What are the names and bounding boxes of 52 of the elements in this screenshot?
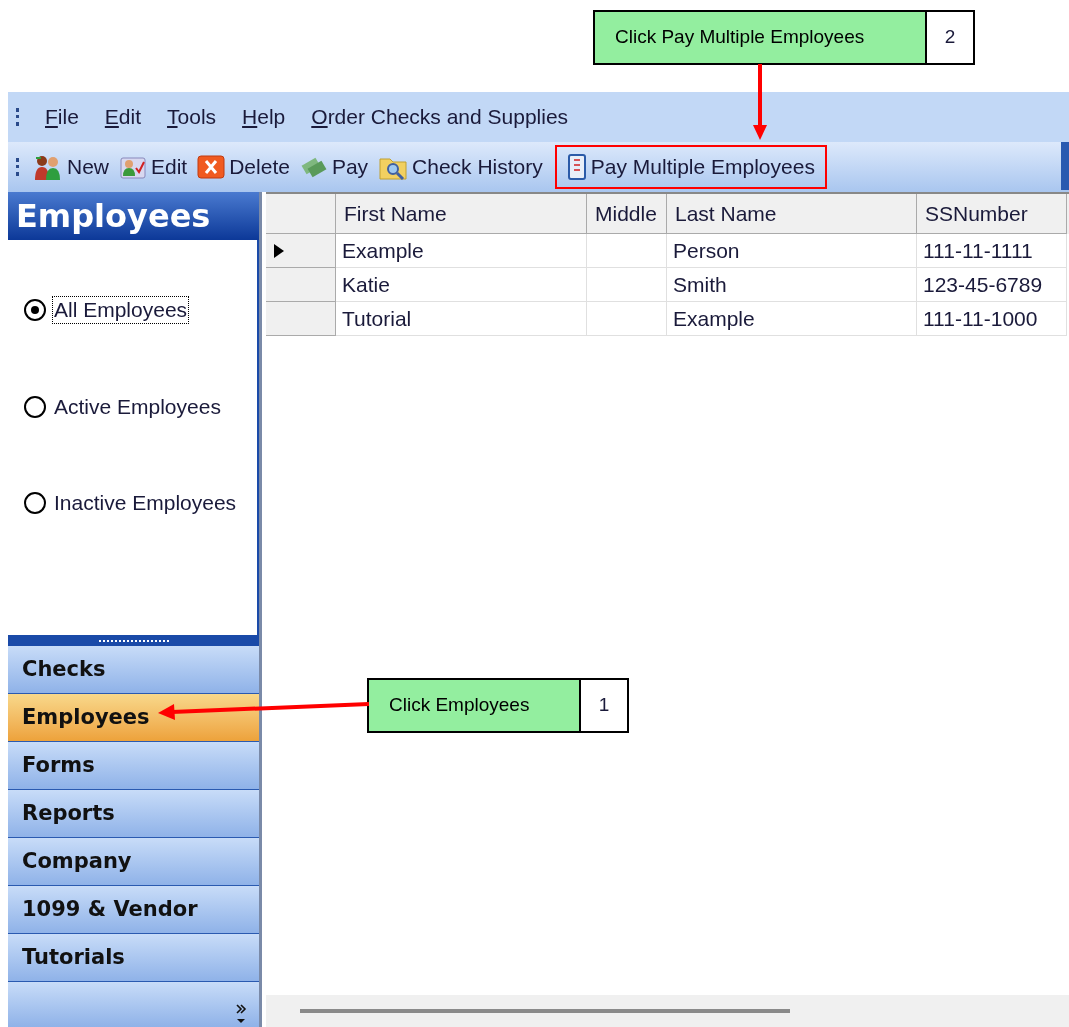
menu-item[interactable]: Help	[242, 101, 286, 133]
grip-icon	[16, 108, 19, 126]
menu-item[interactable]: Edit	[104, 101, 142, 133]
nav-section-button[interactable]: 1099 & Vendor	[8, 886, 259, 934]
table-cell: 111-11-1000	[917, 302, 1067, 336]
toolbar-overflow-handle[interactable]	[1061, 142, 1069, 190]
table-cell: Tutorial	[336, 302, 587, 336]
nav-section-button[interactable]: Company	[8, 838, 259, 886]
table-cell: Example	[667, 302, 917, 336]
sidebar-title: Employees	[8, 192, 259, 240]
radio-button[interactable]	[24, 299, 46, 321]
column-header[interactable]: SSNumber	[917, 194, 1067, 234]
table-cell: 111-11-1111	[917, 234, 1067, 268]
menu-item[interactable]: File	[45, 101, 79, 133]
radio-button[interactable]	[24, 396, 46, 418]
grip-icon	[16, 158, 19, 176]
horizontal-scrollbar[interactable]	[266, 995, 1069, 1027]
table-cell: Example	[336, 234, 587, 268]
callout-label: Click Pay Multiple Employees	[595, 12, 925, 63]
toolbar-button[interactable]: Edit	[117, 145, 190, 189]
column-header[interactable]: Last Name	[667, 194, 917, 234]
money-icon	[299, 155, 328, 179]
person-card-icon	[119, 154, 147, 180]
current-row-icon	[274, 243, 284, 258]
nav-section-button[interactable]: Checks	[8, 646, 259, 694]
nav-section-button[interactable]: Forms	[8, 742, 259, 790]
menu-item[interactable]: Order Checks and Supplies	[311, 101, 569, 133]
delete-icon	[197, 155, 226, 179]
radio-option[interactable]: Inactive Employees	[24, 490, 257, 516]
radio-option[interactable]: Active Employees	[24, 394, 257, 420]
toolbar-button[interactable]: Pay	[297, 145, 371, 189]
nav-section-button[interactable]: Reports	[8, 790, 259, 838]
scrollbar-thumb[interactable]	[300, 1009, 790, 1013]
toolbar-button[interactable]: New	[31, 145, 111, 189]
column-header[interactable]: Middle	[587, 194, 667, 234]
row-header[interactable]	[266, 234, 336, 268]
callout-label: Click Employees	[369, 680, 579, 731]
chevron-down-icon[interactable]	[235, 1003, 247, 1025]
menu-item[interactable]: Tools	[167, 101, 217, 133]
document-icon	[566, 154, 587, 180]
table-cell: Katie	[336, 268, 587, 302]
column-header[interactable]: First Name	[336, 194, 587, 234]
people-icon	[33, 154, 63, 180]
table-cell: 123-45-6789	[917, 268, 1067, 302]
toolbar-button[interactable]: Pay Multiple Employees	[554, 145, 827, 189]
toolbar-button[interactable]: Delete	[195, 145, 292, 189]
nav-section-button[interactable]: Tutorials	[8, 934, 259, 982]
table-cell: Person	[667, 234, 917, 268]
nav-section-button[interactable]: Employees	[8, 694, 259, 742]
toolbar-button[interactable]: Check History	[376, 145, 545, 189]
radio-button[interactable]	[24, 492, 46, 514]
table-cell: Smith	[667, 268, 917, 302]
